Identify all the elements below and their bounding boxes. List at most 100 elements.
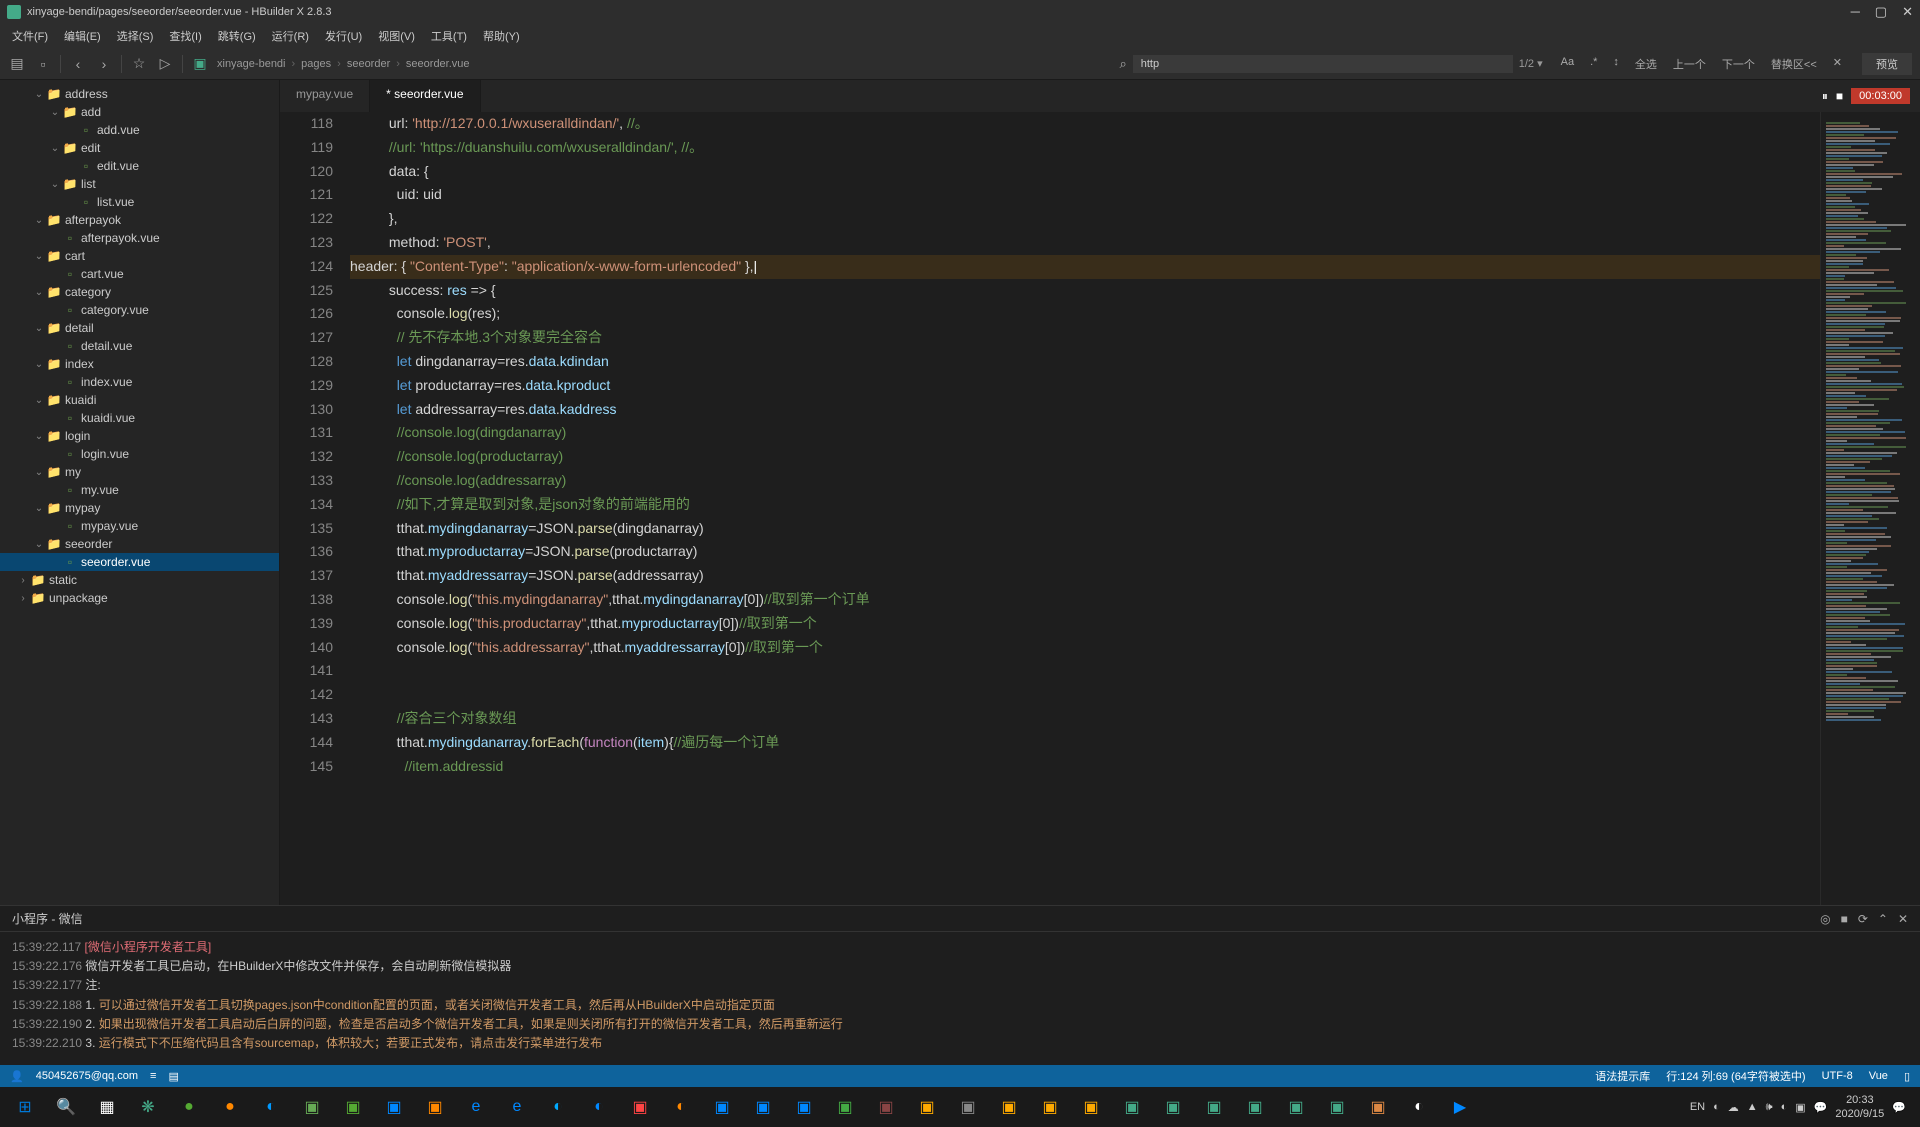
taskbar-app-icon[interactable]: ▣ [785,1091,823,1123]
search-tool[interactable]: 全选 [1631,54,1661,74]
save-icon[interactable]: ▫ [34,55,52,73]
taskbar-app-icon[interactable]: ◐ [539,1091,577,1123]
menu-item[interactable]: 视图(V) [371,25,422,47]
rec-stop-icon[interactable]: ■ [1836,89,1843,103]
tree-folder[interactable]: ⌄📁list [0,175,279,193]
tree-folder[interactable]: ⌄📁my [0,463,279,481]
tree-folder[interactable]: ⌄📁login [0,427,279,445]
menu-item[interactable]: 帮助(Y) [476,25,527,47]
tray-icon[interactable]: ◐ [1781,1101,1788,1113]
tree-file[interactable]: ▫cart.vue [0,265,279,283]
tree-file[interactable]: ▫kuaidi.vue [0,409,279,427]
menu-item[interactable]: 运行(R) [265,25,316,47]
star-icon[interactable]: ☆ [130,55,148,73]
tree-folder[interactable]: ⌄📁address [0,85,279,103]
tree-folder[interactable]: ⌄📁mypay [0,499,279,517]
search-tool[interactable]: 替换区<< [1767,54,1821,74]
taskbar-app-icon[interactable]: ▣ [1113,1091,1151,1123]
taskbar-app-icon[interactable]: ▣ [990,1091,1028,1123]
taskbar-app-icon[interactable]: ▣ [1154,1091,1192,1123]
editor-tab[interactable]: * seeorder.vue [370,80,480,112]
taskbar-app-icon[interactable]: ❋ [129,1091,167,1123]
tray-icon[interactable]: ▲ [1747,1101,1758,1113]
taskbar-app-icon[interactable]: ▣ [334,1091,372,1123]
taskbar-app-icon[interactable]: ● [170,1091,208,1123]
taskbar-app-icon[interactable]: ▣ [375,1091,413,1123]
tree-file[interactable]: ▫index.vue [0,373,279,391]
tray-icon[interactable]: ◐ [1713,1101,1720,1113]
taskbar-app-icon[interactable]: ▣ [293,1091,331,1123]
tray-icon[interactable]: ▣ [1795,1101,1805,1114]
taskbar-app-icon[interactable]: ▣ [1072,1091,1110,1123]
taskbar-app-icon[interactable]: ◐ [1400,1091,1438,1123]
windows-taskbar[interactable]: ⊞🔍▦❋●●◐▣▣▣▣ee◐◐▣◐▣▣▣▣▣▣▣▣▣▣▣▣▣▣▣▣▣◐▶EN◐☁… [0,1087,1920,1127]
tree-folder[interactable]: ⌄📁cart [0,247,279,265]
breadcrumb-item[interactable]: xinyage-bendi [217,58,286,70]
tree-file[interactable]: ▫add.vue [0,121,279,139]
tree-folder[interactable]: ›📁unpackage [0,589,279,607]
taskbar-app-icon[interactable]: ▣ [1359,1091,1397,1123]
breadcrumb-item[interactable]: seeorder [347,58,390,70]
forward-icon[interactable]: › [95,55,113,73]
tree-file[interactable]: ▫detail.vue [0,337,279,355]
search-tool[interactable]: .* [1586,54,1601,74]
run-icon[interactable]: ▷ [156,55,174,73]
taskbar-app-icon[interactable]: ▣ [949,1091,987,1123]
tree-folder[interactable]: ⌄📁category [0,283,279,301]
tree-folder[interactable]: ⌄📁index [0,355,279,373]
search-input[interactable] [1133,55,1513,73]
taskbar-app-icon[interactable]: ▣ [744,1091,782,1123]
maximize-button[interactable]: ▢ [1875,4,1887,20]
minimap[interactable] [1820,112,1920,905]
taskbar-app-icon[interactable]: ▣ [1318,1091,1356,1123]
menu-item[interactable]: 编辑(E) [57,25,108,47]
panel-close-icon[interactable]: ✕ [1898,912,1908,926]
taskbar-app-icon[interactable]: ▶ [1441,1091,1479,1123]
code-editor[interactable]: 1181191201211221231241251261271281291301… [280,112,1920,905]
tree-folder[interactable]: ⌄📁kuaidi [0,391,279,409]
taskbar-app-icon[interactable]: ▦ [88,1091,126,1123]
tree-file[interactable]: ▫login.vue [0,445,279,463]
tree-folder[interactable]: ⌄📁afterpayok [0,211,279,229]
taskbar-clock[interactable]: 20:33 2020/9/15 [1835,1093,1884,1122]
indent-icon[interactable]: ≡ [150,1070,156,1082]
tree-file[interactable]: ▫edit.vue [0,157,279,175]
panel-restart-icon[interactable]: ⟳ [1858,912,1868,926]
tray-icon[interactable]: EN [1690,1101,1705,1113]
explorer-icon[interactable]: ▤ [8,55,26,73]
breadcrumb-item[interactable]: seeorder.vue [406,58,470,70]
close-button[interactable]: ✕ [1902,4,1913,20]
minimize-button[interactable]: ─ [1851,4,1860,20]
taskbar-app-icon[interactable]: ◐ [580,1091,618,1123]
menu-item[interactable]: 选择(S) [110,25,161,47]
search-tool[interactable]: 上一个 [1669,54,1710,74]
preview-button[interactable]: 预览 [1862,53,1912,75]
taskbar-app-icon[interactable]: ▣ [1031,1091,1069,1123]
tree-file[interactable]: ▫mypay.vue [0,517,279,535]
tray-icon[interactable]: 🕪 [1766,1101,1773,1114]
taskbar-app-icon[interactable]: ▣ [703,1091,741,1123]
tree-file[interactable]: ▫list.vue [0,193,279,211]
tray-icon[interactable]: 💬 [1814,1101,1828,1114]
search-tool[interactable]: 下一个 [1718,54,1759,74]
panel-stop-icon[interactable]: ■ [1841,912,1848,926]
search-tool[interactable]: ↕ [1609,54,1623,74]
taskbar-app-icon[interactable]: ▣ [1277,1091,1315,1123]
taskbar-app-icon[interactable]: ▣ [908,1091,946,1123]
notification-icon[interactable]: ▯ [1904,1070,1910,1083]
file-tree[interactable]: ⌄📁address⌄📁add▫add.vue⌄📁edit▫edit.vue⌄📁l… [0,80,280,905]
taskbar-app-icon[interactable]: ◐ [662,1091,700,1123]
search-tool[interactable]: Aa [1557,54,1578,74]
rec-pause-icon[interactable]: ⏸ [1822,89,1828,104]
taskbar-app-icon[interactable]: ▣ [826,1091,864,1123]
tree-file[interactable]: ▫afterpayok.vue [0,229,279,247]
syntax-hint[interactable]: 语法提示库 [1595,1068,1650,1084]
taskbar-app-icon[interactable]: ▣ [1195,1091,1233,1123]
taskbar-app-icon[interactable]: ▣ [867,1091,905,1123]
editor-tab[interactable]: mypay.vue [280,80,370,112]
encoding[interactable]: UTF-8 [1822,1070,1853,1082]
taskbar-notifications-icon[interactable]: 💬 [1892,1101,1906,1114]
search-tool[interactable]: ✕ [1829,54,1846,74]
breadcrumb-item[interactable]: pages [301,58,331,70]
taskbar-app-icon[interactable]: ◐ [252,1091,290,1123]
